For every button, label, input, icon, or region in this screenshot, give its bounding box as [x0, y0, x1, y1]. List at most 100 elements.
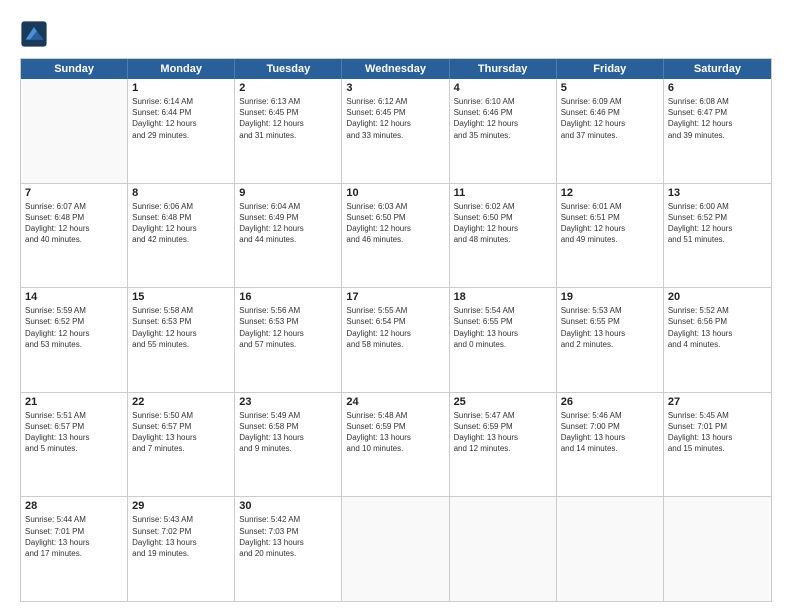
day-number: 11 [454, 187, 552, 199]
calendar-cell: 18 Sunrise: 5:54 AM Sunset: 6:55 PM Dayli… [450, 288, 557, 392]
day-info: Sunrise: 5:56 AM Sunset: 6:53 PM Dayligh… [239, 305, 337, 350]
day-number: 8 [132, 187, 230, 199]
calendar-cell: 4 Sunrise: 6:10 AM Sunset: 6:46 PM Daylig… [450, 79, 557, 183]
day-info: Sunrise: 6:04 AM Sunset: 6:49 PM Dayligh… [239, 201, 337, 246]
day-number: 18 [454, 291, 552, 303]
day-number: 9 [239, 187, 337, 199]
calendar-cell: 27 Sunrise: 5:45 AM Sunset: 7:01 PM Dayli… [664, 393, 771, 497]
day-info: Sunrise: 6:12 AM Sunset: 6:45 PM Dayligh… [346, 96, 444, 141]
day-number: 10 [346, 187, 444, 199]
day-number: 16 [239, 291, 337, 303]
weekday-header: Sunday [21, 59, 128, 79]
day-number: 7 [25, 187, 123, 199]
day-number: 28 [25, 500, 123, 512]
calendar-cell: 23Sunrise: 5:49 AM Sunset: 6:58 PM Dayli… [235, 393, 342, 497]
day-info: Sunrise: 5:45 AM Sunset: 7:01 PM Dayligh… [668, 410, 767, 455]
day-info: Sunrise: 6:14 AM Sunset: 6:44 PM Dayligh… [132, 96, 230, 141]
day-info: Sunrise: 5:55 AM Sunset: 6:54 PM Dayligh… [346, 305, 444, 350]
weekday-header: Saturday [664, 59, 771, 79]
day-info: Sunrise: 6:08 AM Sunset: 6:47 PM Dayligh… [668, 96, 767, 141]
calendar-cell: 22 Sunrise: 5:50 AM Sunset: 6:57 PM Dayli… [128, 393, 235, 497]
weekday-header: Tuesday [235, 59, 342, 79]
calendar-cell: 6 Sunrise: 6:08 AM Sunset: 6:47 PM Daylig… [664, 79, 771, 183]
day-number: 19 [561, 291, 659, 303]
calendar-cell [664, 497, 771, 601]
day-number: 3 [346, 82, 444, 94]
weekday-header: Thursday [450, 59, 557, 79]
calendar-cell: 1 Sunrise: 6:14 AM Sunset: 6:44 PM Daylig… [128, 79, 235, 183]
calendar-cell: 17 Sunrise: 5:55 AM Sunset: 6:54 PM Dayli… [342, 288, 449, 392]
day-info: Sunrise: 5:51 AM Sunset: 6:57 PM Dayligh… [25, 410, 123, 455]
day-info: Sunrise: 6:10 AM Sunset: 6:46 PM Dayligh… [454, 96, 552, 141]
calendar-cell: 13 Sunrise: 6:00 AM Sunset: 6:52 PM Dayli… [664, 184, 771, 288]
calendar-cell: 7 Sunrise: 6:07 AM Sunset: 6:48 PM Daylig… [21, 184, 128, 288]
day-info: Sunrise: 5:53 AM Sunset: 6:55 PM Dayligh… [561, 305, 659, 350]
day-info: Sunrise: 6:06 AM Sunset: 6:48 PM Dayligh… [132, 201, 230, 246]
day-info: Sunrise: 5:43 AM Sunset: 7:02 PM Dayligh… [132, 514, 230, 559]
day-number: 29 [132, 500, 230, 512]
day-number: 26 [561, 396, 659, 408]
day-number: 4 [454, 82, 552, 94]
calendar-cell: 15Sunrise: 5:58 AM Sunset: 6:53 PM Dayli… [128, 288, 235, 392]
day-number: 30 [239, 500, 337, 512]
day-number: 21 [25, 396, 123, 408]
calendar-cell [21, 79, 128, 183]
day-number: 25 [454, 396, 552, 408]
calendar-cell: 26 Sunrise: 5:46 AM Sunset: 7:00 PM Dayli… [557, 393, 664, 497]
day-number: 1 [132, 82, 230, 94]
day-info: Sunrise: 5:50 AM Sunset: 6:57 PM Dayligh… [132, 410, 230, 455]
day-info: Sunrise: 6:09 AM Sunset: 6:46 PM Dayligh… [561, 96, 659, 141]
calendar-cell: 30 Sunrise: 5:42 AM Sunset: 7:03 PM Dayli… [235, 497, 342, 601]
page: SundayMondayTuesdayWednesdayThursdayFrid… [0, 0, 792, 612]
calendar-cell: 10Sunrise: 6:03 AM Sunset: 6:50 PM Dayli… [342, 184, 449, 288]
calendar-body: 1 Sunrise: 6:14 AM Sunset: 6:44 PM Daylig… [21, 79, 771, 601]
day-number: 13 [668, 187, 767, 199]
day-number: 17 [346, 291, 444, 303]
day-number: 20 [668, 291, 767, 303]
day-info: Sunrise: 6:07 AM Sunset: 6:48 PM Dayligh… [25, 201, 123, 246]
calendar-week-row: 28Sunrise: 5:44 AM Sunset: 7:01 PM Dayli… [21, 496, 771, 601]
day-number: 27 [668, 396, 767, 408]
day-info: Sunrise: 5:54 AM Sunset: 6:55 PM Dayligh… [454, 305, 552, 350]
day-info: Sunrise: 5:47 AM Sunset: 6:59 PM Dayligh… [454, 410, 552, 455]
day-number: 6 [668, 82, 767, 94]
day-info: Sunrise: 5:42 AM Sunset: 7:03 PM Dayligh… [239, 514, 337, 559]
weekday-header: Monday [128, 59, 235, 79]
logo [20, 20, 52, 48]
day-number: 24 [346, 396, 444, 408]
day-info: Sunrise: 5:52 AM Sunset: 6:56 PM Dayligh… [668, 305, 767, 350]
calendar-cell: 2Sunrise: 6:13 AM Sunset: 6:45 PM Daylig… [235, 79, 342, 183]
calendar-cell: 12 Sunrise: 6:01 AM Sunset: 6:51 PM Dayli… [557, 184, 664, 288]
calendar-cell: 14Sunrise: 5:59 AM Sunset: 6:52 PM Dayli… [21, 288, 128, 392]
calendar-cell: 28Sunrise: 5:44 AM Sunset: 7:01 PM Dayli… [21, 497, 128, 601]
day-info: Sunrise: 6:00 AM Sunset: 6:52 PM Dayligh… [668, 201, 767, 246]
day-info: Sunrise: 5:59 AM Sunset: 6:52 PM Dayligh… [25, 305, 123, 350]
logo-icon [20, 20, 48, 48]
day-info: Sunrise: 6:02 AM Sunset: 6:50 PM Dayligh… [454, 201, 552, 246]
calendar-cell: 19 Sunrise: 5:53 AM Sunset: 6:55 PM Dayli… [557, 288, 664, 392]
calendar-week-row: 1 Sunrise: 6:14 AM Sunset: 6:44 PM Daylig… [21, 79, 771, 183]
calendar-cell: 21 Sunrise: 5:51 AM Sunset: 6:57 PM Dayli… [21, 393, 128, 497]
day-info: Sunrise: 6:13 AM Sunset: 6:45 PM Dayligh… [239, 96, 337, 141]
calendar-cell: 9 Sunrise: 6:04 AM Sunset: 6:49 PM Daylig… [235, 184, 342, 288]
day-number: 22 [132, 396, 230, 408]
day-info: Sunrise: 5:58 AM Sunset: 6:53 PM Dayligh… [132, 305, 230, 350]
calendar-cell: 3 Sunrise: 6:12 AM Sunset: 6:45 PM Daylig… [342, 79, 449, 183]
calendar-week-row: 14Sunrise: 5:59 AM Sunset: 6:52 PM Dayli… [21, 287, 771, 392]
calendar-cell: 5 Sunrise: 6:09 AM Sunset: 6:46 PM Daylig… [557, 79, 664, 183]
calendar-week-row: 7 Sunrise: 6:07 AM Sunset: 6:48 PM Daylig… [21, 183, 771, 288]
calendar-cell [342, 497, 449, 601]
weekday-header: Friday [557, 59, 664, 79]
calendar-cell [450, 497, 557, 601]
calendar-cell: 25 Sunrise: 5:47 AM Sunset: 6:59 PM Dayli… [450, 393, 557, 497]
day-info: Sunrise: 5:48 AM Sunset: 6:59 PM Dayligh… [346, 410, 444, 455]
calendar-week-row: 21 Sunrise: 5:51 AM Sunset: 6:57 PM Dayli… [21, 392, 771, 497]
day-number: 23 [239, 396, 337, 408]
calendar: SundayMondayTuesdayWednesdayThursdayFrid… [20, 58, 772, 602]
day-info: Sunrise: 6:01 AM Sunset: 6:51 PM Dayligh… [561, 201, 659, 246]
day-info: Sunrise: 5:46 AM Sunset: 7:00 PM Dayligh… [561, 410, 659, 455]
day-number: 5 [561, 82, 659, 94]
calendar-cell: 24 Sunrise: 5:48 AM Sunset: 6:59 PM Dayli… [342, 393, 449, 497]
day-number: 12 [561, 187, 659, 199]
calendar-cell: 29 Sunrise: 5:43 AM Sunset: 7:02 PM Dayli… [128, 497, 235, 601]
